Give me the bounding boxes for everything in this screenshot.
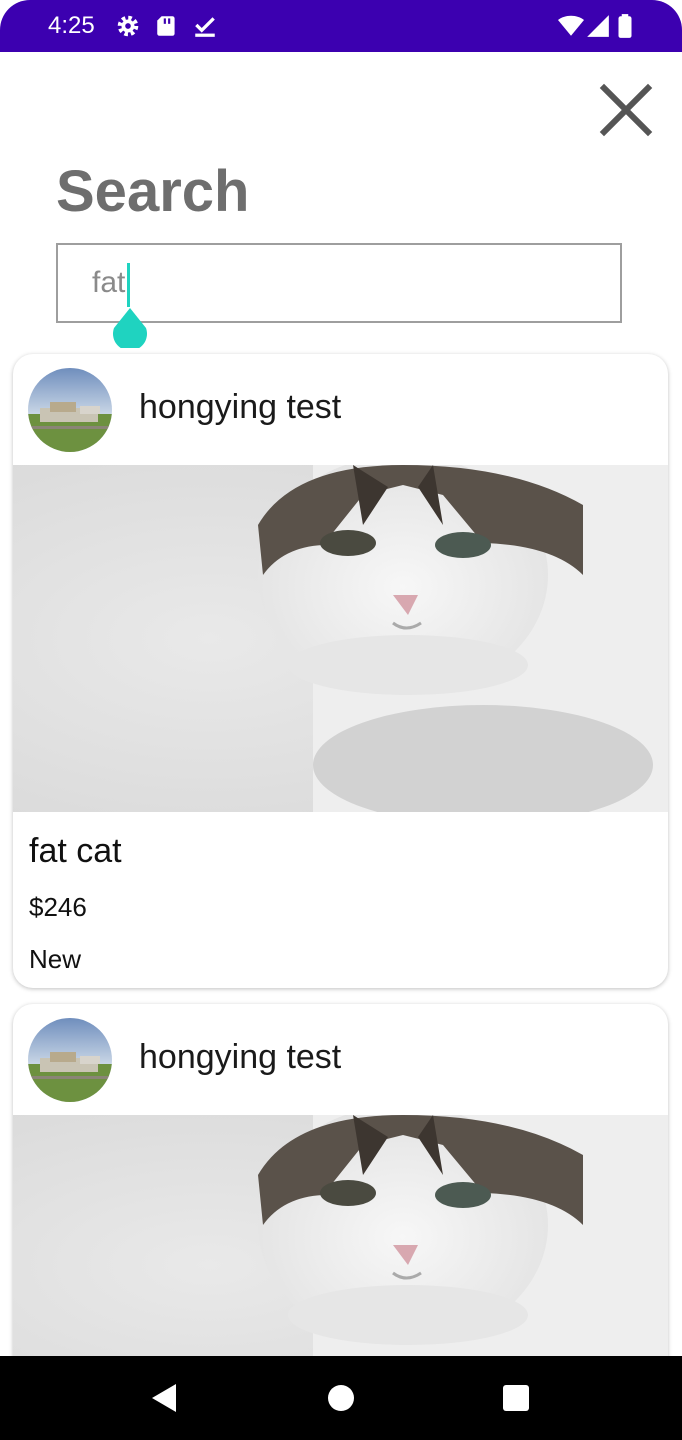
close-icon[interactable] xyxy=(596,80,656,140)
back-icon[interactable] xyxy=(142,1376,186,1420)
download-done-icon xyxy=(195,17,215,37)
item-photo[interactable] xyxy=(13,465,668,812)
text-cursor xyxy=(127,263,130,307)
cursor-handle[interactable] xyxy=(112,308,148,348)
seller-name: hongying test xyxy=(139,1038,342,1076)
sd-card-icon xyxy=(157,16,175,36)
seller-avatar[interactable] xyxy=(28,368,112,452)
seller-avatar[interactable] xyxy=(28,1018,112,1102)
recents-icon[interactable] xyxy=(494,1376,538,1420)
home-icon[interactable] xyxy=(319,1376,363,1420)
item-title: fat cat xyxy=(29,832,122,870)
navigation-bar xyxy=(0,1356,682,1440)
settings-icon xyxy=(117,15,139,37)
listing-card[interactable]: hongying test xyxy=(13,1004,668,1404)
seller-name: hongying test xyxy=(139,388,342,426)
item-condition: New xyxy=(29,944,82,974)
battery-icon xyxy=(618,14,632,38)
status-time: 4:25 xyxy=(48,12,95,39)
status-bar: 4:25 xyxy=(0,0,682,52)
page-title: Search xyxy=(56,159,250,224)
wifi-icon xyxy=(558,15,584,36)
signal-icon xyxy=(587,15,609,37)
listing-card[interactable]: hongying test fat cat $246 New xyxy=(13,354,668,988)
item-price: $246 xyxy=(29,892,87,922)
